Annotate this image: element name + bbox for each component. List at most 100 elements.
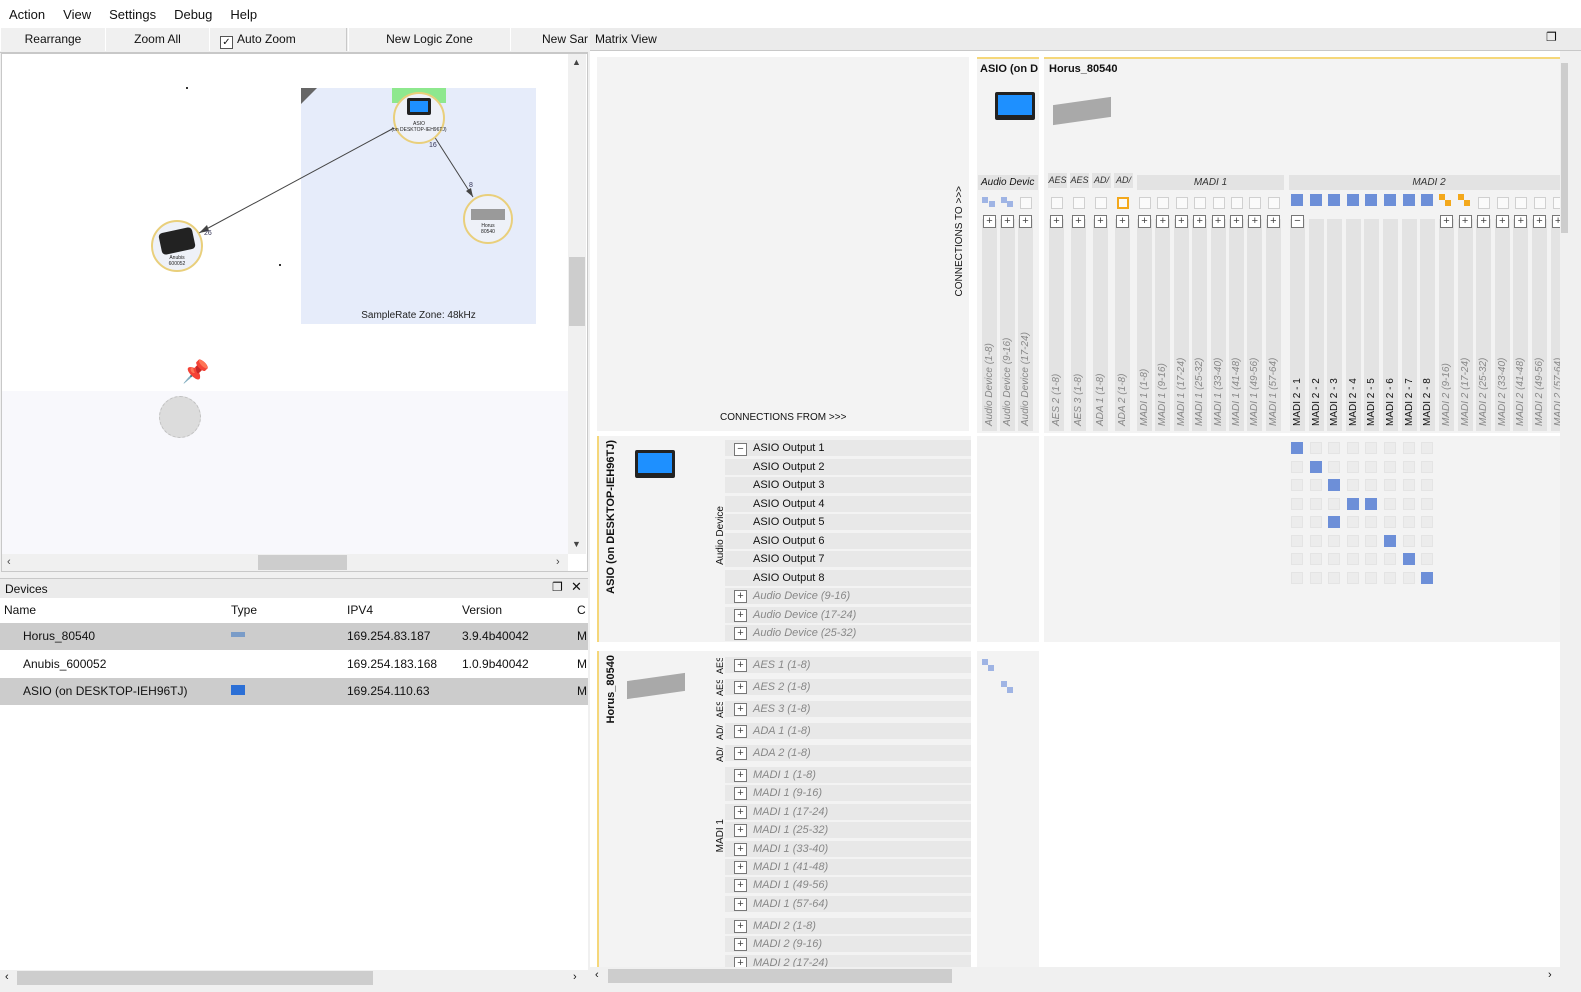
- grid-cell[interactable]: [1328, 460, 1341, 473]
- grid-cell[interactable]: [1402, 442, 1415, 454]
- expand-plus-icon[interactable]: +: [734, 703, 747, 716]
- grid-cell[interactable]: [1402, 497, 1415, 510]
- scroll-right-icon[interactable]: ›: [573, 971, 577, 983]
- collapse-minus-icon[interactable]: −: [1291, 215, 1304, 228]
- grid-cell[interactable]: [1421, 516, 1434, 528]
- grid-cell[interactable]: [1328, 497, 1341, 510]
- grid-cell[interactable]: [1309, 534, 1322, 547]
- expand-plus-icon[interactable]: +: [734, 842, 747, 856]
- grid-cell[interactable]: [1365, 479, 1378, 491]
- grid-cell[interactable]: [1291, 497, 1303, 510]
- grid-cell[interactable]: [1384, 497, 1396, 510]
- expand-plus-icon[interactable]: +: [1116, 215, 1129, 228]
- source-row[interactable]: ASIO Output 7: [725, 551, 971, 567]
- routing-cell-active[interactable]: [1346, 497, 1359, 510]
- source-row[interactable]: ASIO Output 6: [725, 532, 971, 549]
- expand-plus-icon[interactable]: +: [1533, 215, 1546, 228]
- routing-cell-active[interactable]: [1309, 460, 1322, 473]
- grid-cell[interactable]: [1291, 479, 1303, 491]
- grid-cell[interactable]: [1346, 553, 1359, 565]
- grid-cell[interactable]: [1365, 534, 1378, 547]
- grid-cell[interactable]: [1421, 534, 1434, 547]
- grid-cell[interactable]: [1291, 516, 1303, 528]
- source-row[interactable]: MADI 1 (25-32): [725, 822, 971, 839]
- expand-plus-icon[interactable]: +: [1440, 215, 1453, 228]
- table-row[interactable]: ASIO (on DESKTOP-IEH96TJ) 169.254.110.63…: [0, 678, 588, 705]
- expand-plus-icon[interactable]: +: [1458, 215, 1472, 228]
- anubis-node[interactable]: Anubis 600052: [151, 220, 203, 272]
- column-header-name[interactable]: Name: [4, 603, 36, 617]
- grid-cell[interactable]: [1346, 571, 1359, 584]
- collapse-minus-icon[interactable]: −: [734, 443, 747, 456]
- expand-plus-icon[interactable]: +: [734, 824, 747, 838]
- grid-cell[interactable]: [1421, 460, 1434, 473]
- source-row[interactable]: AES 2 (1-8): [725, 679, 971, 695]
- source-row[interactable]: MADI 1 (9-16): [725, 785, 971, 802]
- rearrange-button[interactable]: Rearrange: [0, 28, 106, 51]
- grid-cell[interactable]: [1402, 479, 1415, 491]
- column-header-version[interactable]: Version: [462, 603, 502, 617]
- source-row[interactable]: MADI 2 (9-16): [725, 936, 971, 953]
- scroll-left-icon[interactable]: ‹: [7, 556, 11, 568]
- menu-help[interactable]: Help: [221, 0, 266, 22]
- grid-cell[interactable]: [1384, 479, 1396, 491]
- expand-plus-icon[interactable]: +: [734, 747, 747, 760]
- grid-asio-horus[interactable]: [1044, 436, 1569, 642]
- horus-node[interactable]: Horus 80540: [463, 194, 513, 244]
- grid-cell[interactable]: [1421, 442, 1434, 454]
- routing-cell-active[interactable]: [988, 665, 994, 671]
- grid-cell[interactable]: [1384, 442, 1396, 454]
- routing-cell-active[interactable]: [1402, 553, 1415, 565]
- expand-plus-icon[interactable]: +: [1138, 215, 1151, 228]
- scrollbar-thumb[interactable]: [258, 555, 347, 570]
- expand-plus-icon[interactable]: +: [1094, 215, 1107, 228]
- matrix-horizontal-scrollbar[interactable]: ‹ ›: [590, 968, 1569, 985]
- grid-cell[interactable]: [1384, 460, 1396, 473]
- matrix-vertical-scrollbar[interactable]: [1560, 51, 1569, 967]
- grid-cell[interactable]: [1365, 442, 1378, 454]
- source-row[interactable]: ASIO Output 1: [725, 440, 971, 456]
- close-icon[interactable]: ✕: [571, 579, 582, 595]
- scroll-left-icon[interactable]: ‹: [595, 969, 599, 981]
- expand-plus-icon[interactable]: +: [734, 608, 747, 622]
- expand-plus-icon[interactable]: +: [734, 627, 747, 640]
- expand-plus-icon[interactable]: +: [1477, 215, 1491, 228]
- new-logic-zone-button[interactable]: New Logic Zone: [348, 28, 511, 51]
- grid-cell[interactable]: [1421, 497, 1434, 510]
- routing-cell-active[interactable]: [1365, 497, 1378, 510]
- float-panel-icon[interactable]: ❐: [552, 580, 563, 594]
- scrollbar-thumb[interactable]: [1561, 63, 1568, 233]
- scroll-down-icon[interactable]: ▼: [572, 539, 581, 549]
- float-panel-icon[interactable]: ❐: [1546, 30, 1557, 44]
- expand-plus-icon[interactable]: +: [734, 920, 747, 933]
- zoom-all-button[interactable]: Zoom All: [105, 28, 210, 51]
- expand-plus-icon[interactable]: +: [1019, 215, 1032, 228]
- expand-plus-icon[interactable]: +: [734, 590, 747, 603]
- grid-cell[interactable]: [1402, 534, 1415, 547]
- source-row[interactable]: AES 3 (1-8): [725, 701, 971, 717]
- grid-cell[interactable]: [1384, 553, 1396, 565]
- grid-horus-asio[interactable]: [977, 651, 1039, 967]
- grid-cell[interactable]: [1402, 571, 1415, 584]
- grid-cell[interactable]: [1328, 553, 1341, 565]
- expand-plus-icon[interactable]: +: [1050, 215, 1063, 228]
- source-row[interactable]: ADA 2 (1-8): [725, 745, 971, 761]
- expand-plus-icon[interactable]: +: [1174, 215, 1188, 228]
- grid-cell[interactable]: [1365, 553, 1378, 565]
- grid-cell[interactable]: [1309, 497, 1322, 510]
- column-header-ipv4[interactable]: IPV4: [347, 603, 373, 617]
- source-row[interactable]: ADA 1 (1-8): [725, 723, 971, 739]
- source-row[interactable]: MADI 1 (41-48): [725, 859, 971, 875]
- source-row[interactable]: ASIO Output 8: [725, 569, 971, 586]
- auto-zoom-checkbox[interactable]: ✓ Auto Zoom: [209, 28, 347, 51]
- scroll-right-icon[interactable]: ›: [1548, 969, 1552, 981]
- devices-horizontal-scrollbar[interactable]: ‹ ›: [0, 970, 588, 987]
- grid-cell[interactable]: [1328, 442, 1341, 454]
- source-row[interactable]: Audio Device (17-24): [725, 606, 971, 623]
- grid-cell[interactable]: [1309, 442, 1322, 454]
- grid-cell[interactable]: [1384, 571, 1396, 584]
- table-row[interactable]: Anubis_600052 169.254.183.168 1.0.9b4004…: [0, 651, 588, 678]
- grid-asio-asio[interactable]: [977, 436, 1039, 642]
- globe-icon[interactable]: [159, 396, 201, 438]
- grid-cell[interactable]: [1291, 553, 1303, 565]
